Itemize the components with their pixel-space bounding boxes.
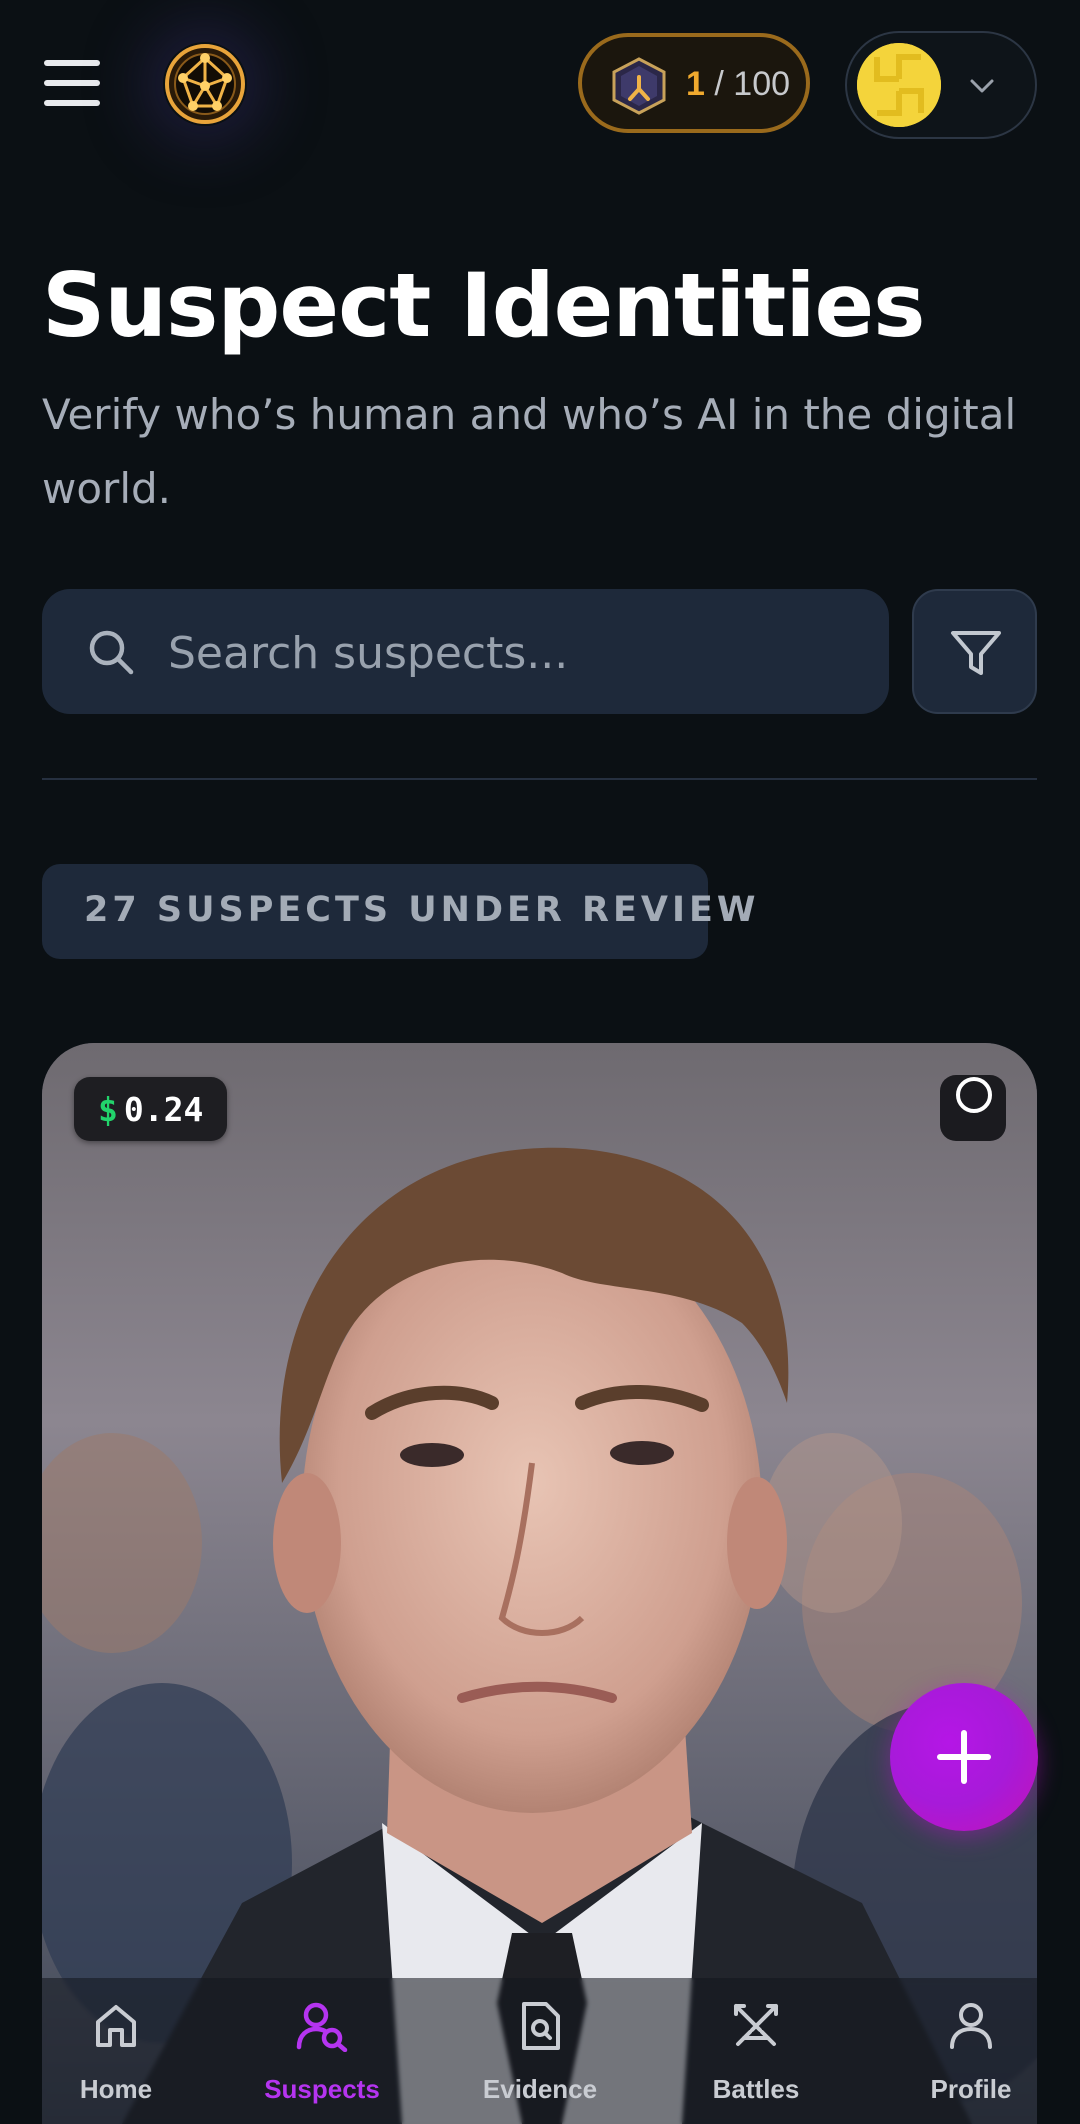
status-ring	[956, 1077, 992, 1113]
filter-icon	[951, 631, 1001, 675]
add-suspect-button[interactable]	[890, 1683, 1038, 1831]
price-currency: $	[98, 1089, 118, 1129]
suspect-count-chip: 27 SUSPECTS UNDER REVIEW	[42, 864, 756, 959]
suspect-count-label: 27 SUSPECTS UNDER REVIEW	[84, 890, 760, 930]
suspect-search-icon	[296, 2002, 348, 2052]
price-value: 0.24	[123, 1089, 204, 1129]
filter-button[interactable]	[912, 589, 1037, 714]
nav-item-suspects[interactable]: Suspects	[242, 1978, 402, 2124]
crossed-swords-icon	[734, 2004, 778, 2046]
score-separator: /	[714, 65, 724, 103]
nav-item-home[interactable]: Home	[36, 1978, 196, 2124]
account-menu-button[interactable]	[845, 31, 1037, 139]
nav-item-profile[interactable]: Profile	[891, 1978, 1051, 2124]
network-star-logo-icon	[165, 44, 245, 124]
chevron-down-icon	[970, 79, 994, 93]
search-bar[interactable]	[42, 589, 889, 714]
score-counter[interactable]: 1 / 100	[578, 33, 810, 133]
rank-badge-icon	[612, 57, 666, 115]
circle-status-icon[interactable]	[940, 1075, 1006, 1141]
suspect-card[interactable]: $ 0.24	[42, 1043, 1037, 2124]
evidence-document-icon	[522, 2002, 560, 2050]
home-icon	[96, 2005, 136, 2047]
menu-button[interactable]	[44, 60, 100, 110]
score-text: 1 / 100	[686, 65, 790, 104]
nav-label-evidence: Evidence	[482, 2074, 598, 2104]
app-logo[interactable]	[163, 42, 247, 126]
suspect-portrait-photo	[42, 1043, 1037, 2124]
profile-icon	[950, 2003, 992, 2049]
search-icon	[89, 630, 134, 675]
page-title: Suspect Identities	[42, 254, 926, 357]
hamburger-menu-icon	[44, 60, 100, 106]
section-divider	[42, 778, 1037, 780]
bottom-navigation: Home Suspects Evidence Battles Profile	[42, 1978, 1037, 2124]
nav-label-home: Home	[79, 2074, 153, 2104]
score-current: 1	[686, 65, 705, 103]
nav-label-suspects: Suspects	[264, 2074, 380, 2104]
page-subtitle: Verify who’s human and who’s AI in the d…	[42, 390, 1017, 513]
score-total: 100	[733, 65, 791, 103]
app-header: 1 / 100	[0, 0, 1080, 175]
nav-item-evidence[interactable]: Evidence	[460, 1978, 620, 2124]
avatar-pattern-icon	[857, 43, 941, 127]
nav-label-profile: Profile	[930, 2074, 1012, 2104]
nav-label-battles: Battles	[712, 2074, 800, 2104]
search-input[interactable]	[166, 619, 860, 687]
plus-icon	[937, 1730, 991, 1784]
nav-item-battles[interactable]: Battles	[676, 1978, 836, 2124]
wallet-avatar	[857, 43, 941, 127]
price-badge: $ 0.24	[74, 1077, 228, 1141]
